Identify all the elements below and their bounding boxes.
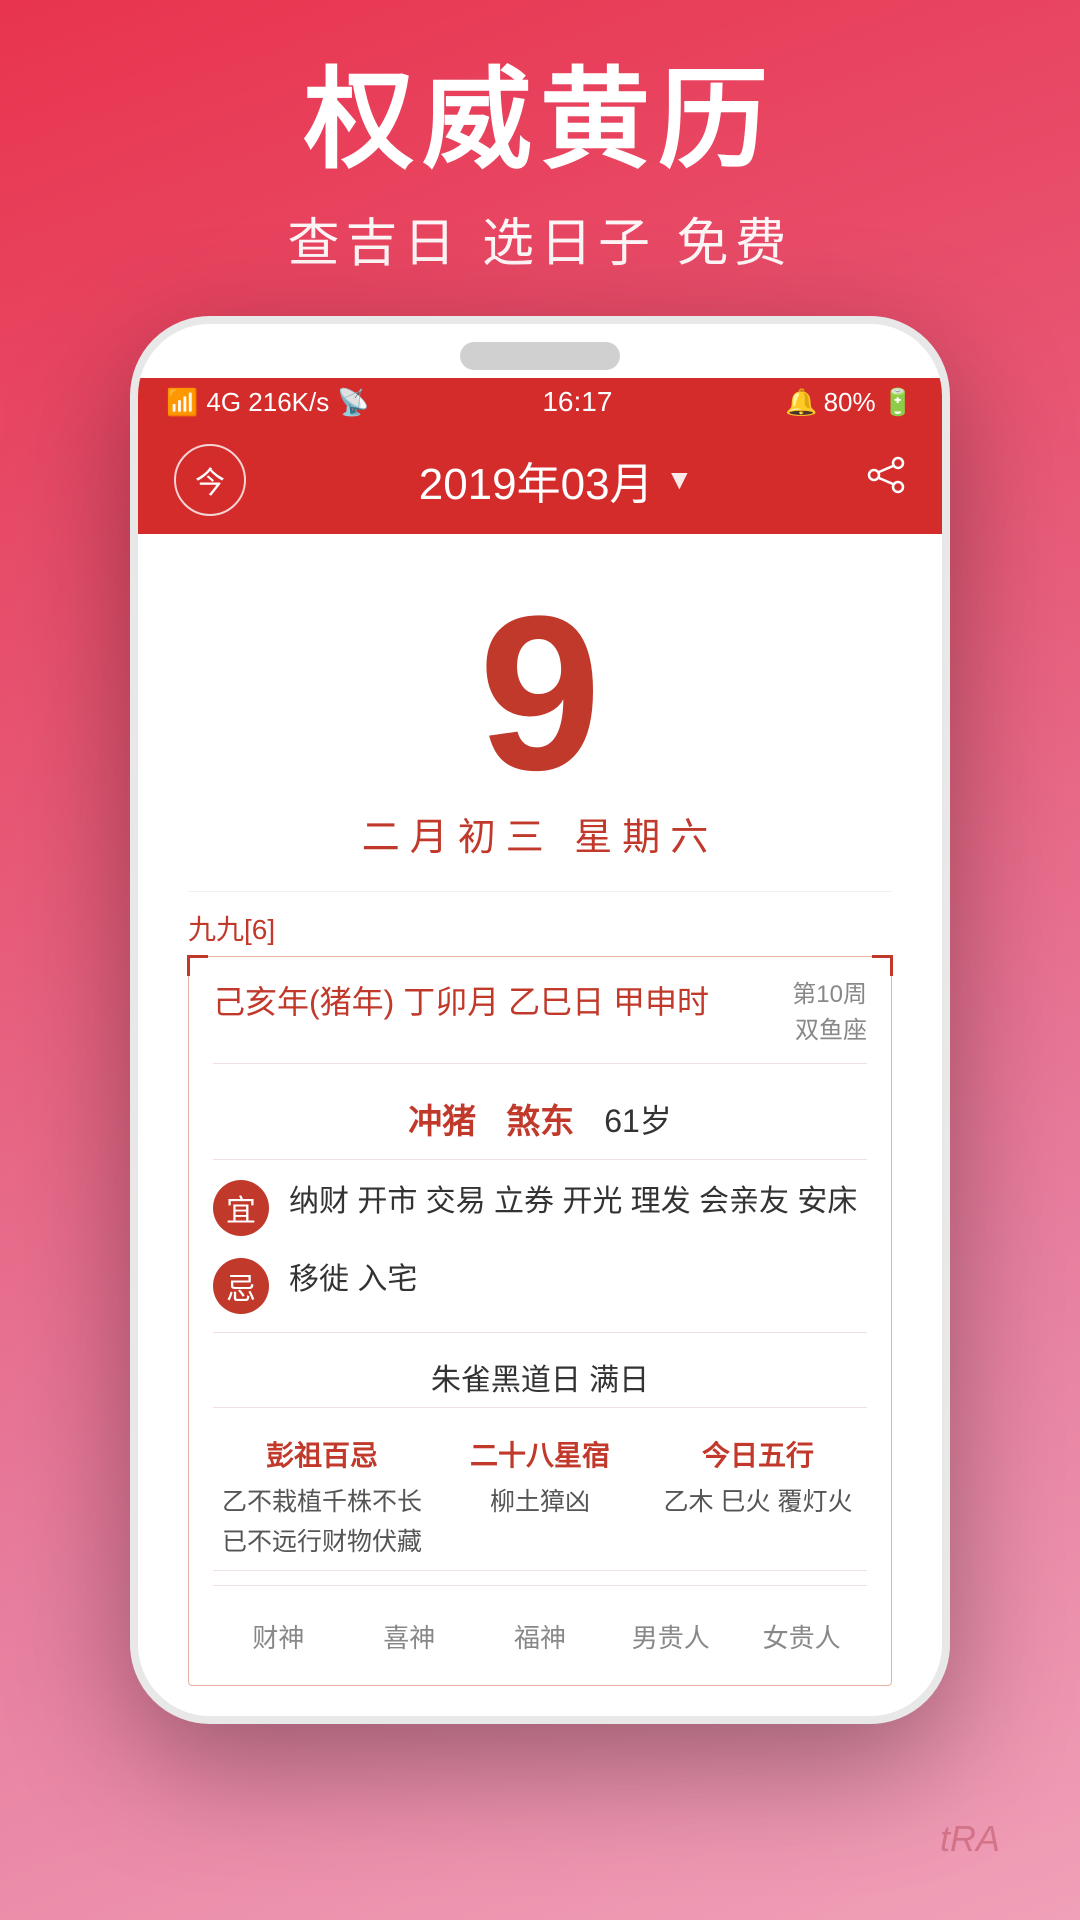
footer-xisheng: 喜神 <box>344 1618 475 1655</box>
three-col-section: 彭祖百忌 乙不栽植千株不长 已不远行财物伏藏 二十八星宿 柳土獐凶 今日五行 乙… <box>213 1426 867 1571</box>
footer-caisheng: 财神 <box>213 1618 344 1655</box>
sha-text: 煞东 <box>506 1094 574 1143</box>
wuxing-content: 乙木 巳火 覆灯火 <box>664 1482 853 1522</box>
main-title: 权威黄历 <box>304 60 776 181</box>
sub-title: 查吉日 选日子 免费 <box>288 201 793 276</box>
month-selector[interactable]: 2019年03月 ▼ <box>419 448 694 512</box>
phone-top-bezel <box>138 324 942 378</box>
footer-nv-guiren: 女贵人 <box>736 1618 867 1655</box>
yi-badge: 宜 <box>213 1180 269 1236</box>
phone-speaker <box>460 342 620 370</box>
ji-row: 忌 移徙 入宅 <box>213 1254 867 1314</box>
alarm-icon: 🔔 <box>785 387 817 418</box>
app-header: 今 2019年03月 ▼ <box>138 426 942 534</box>
date-display: 9 二月初三 星期六 <box>188 574 892 891</box>
phone-mockup: 📶 4G 216K/s 📡 16:17 🔔 80% 🔋 今 2019年03月 ▼ <box>130 316 950 1724</box>
month-display-text: 2019年03月 <box>419 448 654 512</box>
wuxing-col: 今日五行 乙木 巳火 覆灯火 <box>649 1434 867 1562</box>
wifi-icon: 📡 <box>337 387 369 418</box>
zodiac-info: 双鱼座 <box>792 1013 867 1049</box>
footer-nv-guiren-label: 女贵人 <box>763 1618 841 1655</box>
footer-nan-guiren-label: 男贵人 <box>632 1618 710 1655</box>
today-button[interactable]: 今 <box>174 444 246 516</box>
signal-icon: 📶 <box>166 387 198 418</box>
lunar-date-text: 二月初三 星期六 <box>362 806 719 861</box>
yi-row: 宜 纳财 开市 交易 立券 开光 理发 会亲友 安床 <box>213 1176 867 1236</box>
footer-fusheng: 福神 <box>475 1618 606 1655</box>
five-col-footer: 财神 喜神 福神 男贵人 女贵人 <box>213 1600 867 1665</box>
pengzu-col: 彭祖百忌 乙不栽植千株不长 已不远行财物伏藏 <box>213 1434 431 1562</box>
status-bar: 📶 4G 216K/s 📡 16:17 🔔 80% 🔋 <box>138 378 942 426</box>
week-info: 第10周 <box>792 977 867 1013</box>
share-button[interactable] <box>866 455 906 505</box>
xingxiu-col: 二十八星宿 柳土獐凶 <box>431 1434 649 1562</box>
share-icon <box>866 455 906 495</box>
calendar-content: 9 二月初三 星期六 九九[6] 己亥年(猪年) 丁卯月 乙巳日 甲申时 第10… <box>138 534 942 1716</box>
footer-fusheng-label: 福神 <box>514 1618 566 1655</box>
pengzu-title: 彭祖百忌 <box>266 1434 378 1474</box>
info-section: 九九[6] 己亥年(猪年) 丁卯月 乙巳日 甲申时 第10周 双鱼座 冲猪 煞东… <box>188 891 892 1686</box>
detail-box: 己亥年(猪年) 丁卯月 乙巳日 甲申时 第10周 双鱼座 冲猪 煞东 61岁 宜… <box>188 956 892 1686</box>
wuxing-title: 今日五行 <box>702 1434 814 1474</box>
ganzhi-sub: 第10周 双鱼座 <box>792 977 867 1049</box>
footer-nan-guiren: 男贵人 <box>605 1618 736 1655</box>
battery-text: 80% <box>824 387 876 418</box>
status-time: 16:17 <box>542 386 612 418</box>
footer-xisheng-label: 喜神 <box>383 1618 435 1655</box>
zhuri-row: 朱雀黑道日 满日 <box>213 1347 867 1408</box>
today-label: 今 <box>195 458 225 502</box>
pengzu-content: 乙不栽植千株不长 已不远行财物伏藏 <box>213 1482 431 1562</box>
month-dropdown-arrow: ▼ <box>666 464 694 496</box>
yi-content: 纳财 开市 交易 立券 开光 理发 会亲友 安床 <box>289 1176 867 1227</box>
signal-text: 4G 216K/s <box>206 387 329 418</box>
nine-nine-label: 九九[6] <box>188 908 892 948</box>
big-date-number: 9 <box>479 594 601 792</box>
ganzhi-text: 己亥年(猪年) 丁卯月 乙巳日 甲申时 <box>213 977 709 1023</box>
ji-content: 移徙 入宅 <box>289 1254 867 1305</box>
xingxiu-content: 柳土獐凶 <box>490 1482 590 1522</box>
footer-caisheng-label: 财神 <box>252 1618 304 1655</box>
divider-2 <box>213 1585 867 1586</box>
battery-icon: 🔋 <box>882 387 914 418</box>
divider-1 <box>213 1332 867 1333</box>
zhuri-text: 朱雀黑道日 满日 <box>431 1355 649 1399</box>
watermark: tRA <box>940 1818 1000 1860</box>
chong-age: 61岁 <box>604 1096 672 1142</box>
status-left: 📶 4G 216K/s 📡 <box>166 387 370 418</box>
status-right: 🔔 80% 🔋 <box>785 387 914 418</box>
ganzhi-row: 己亥年(猪年) 丁卯月 乙巳日 甲申时 第10周 双鱼座 <box>213 977 867 1064</box>
xingxiu-title: 二十八星宿 <box>470 1434 610 1474</box>
ji-badge: 忌 <box>213 1258 269 1314</box>
chong-text: 冲猪 <box>408 1094 476 1143</box>
chong-row: 冲猪 煞东 61岁 <box>213 1078 867 1160</box>
